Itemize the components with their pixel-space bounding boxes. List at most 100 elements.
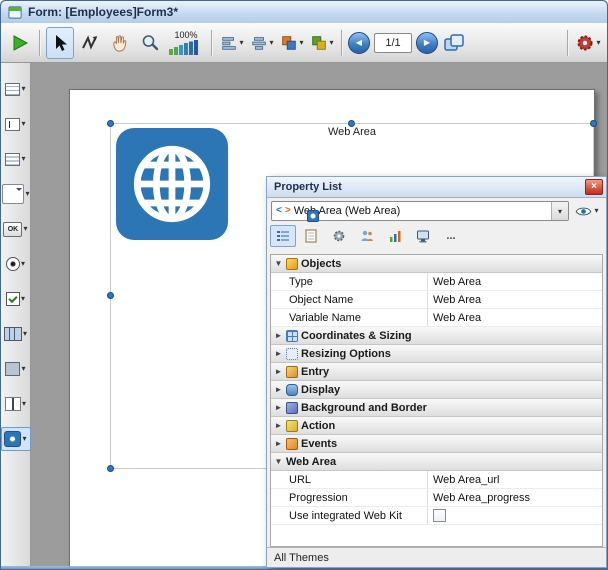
tab-notes[interactable] [298,225,324,247]
section-events[interactable]: ► Events [271,435,602,453]
checkbox-tool[interactable]: ▾ [1,287,31,311]
back-arrow-icon: ◀ [356,38,362,47]
previous-page-button[interactable]: ◀ [348,32,370,54]
object-type-icon: > [285,206,291,216]
zoom-level-control[interactable]: 100% [166,26,206,60]
entry-order-icon [80,33,100,53]
selection-handle[interactable] [107,465,114,472]
selection-handle[interactable] [348,120,355,127]
property-list-title-bar[interactable]: Property List × [267,177,606,198]
section-label: Web Area [286,456,336,468]
title-bar[interactable]: Form: [Employees]Form3* [1,1,607,24]
text-tool-icon [5,83,20,96]
dropdown-arrow-icon: ▾ [21,85,25,93]
action-section-icon [286,420,298,432]
tab-property-list[interactable] [270,225,296,247]
list-box-tool[interactable]: ▾ [1,147,31,171]
theme-tab-bar: ... [267,224,606,248]
users-icon [360,229,374,243]
dropdown-arrow-icon: ▾ [23,225,27,233]
hand-icon [110,33,130,53]
property-row-web-kit: Use integrated Web Kit [271,507,602,525]
selection-handle[interactable] [590,120,597,127]
run-button[interactable] [6,27,34,59]
radio-button-tool[interactable]: ▾ [1,252,31,276]
entry-order-tool-button[interactable] [76,27,104,59]
events-section-icon [286,438,298,450]
tab-users[interactable] [354,225,380,247]
dropdown-arrow-icon: ▾ [21,295,25,303]
form-pages-button[interactable] [440,27,468,59]
settings-menu-button[interactable]: ▾ [574,27,602,59]
property-value[interactable]: Web Area [427,291,602,308]
close-icon: × [591,182,597,192]
web-area-globe-icon [116,128,228,240]
splitter-tool-icon [5,397,21,411]
next-page-button[interactable]: ▶ [416,32,438,54]
selection-handle[interactable] [107,120,114,127]
property-value[interactable]: Web Area_progress [427,489,602,506]
section-display[interactable]: ► Display [271,381,602,399]
disclosure-triangle-icon: ► [274,332,283,340]
align-menu-button[interactable]: ▾ [218,27,246,59]
property-grid: ▼ Objects Type Web Area Object Name Web … [270,254,603,547]
color-menu-button[interactable]: ▾ [308,27,336,59]
pages-icon [443,33,465,53]
property-list-footer[interactable]: All Themes [267,547,606,567]
tool-palette: ▾ ▾ ▾ ▾ OK▾ ▾ ▾ ▾ ▾ ▾ ▾ [1,63,31,569]
toolbar-separator [39,30,41,56]
close-button[interactable]: × [585,179,603,195]
section-coordinates-sizing[interactable]: ► Coordinates & Sizing [271,327,602,345]
section-resizing-options[interactable]: ► Resizing Options [271,345,602,363]
distribute-icon [250,34,268,52]
align-icon [220,34,238,52]
disclosure-triangle-icon: ► [274,440,283,448]
object-selector-value: Web Area (Web Area) [294,205,548,217]
display-section-icon [286,384,298,396]
distribute-menu-button[interactable]: ▾ [248,27,276,59]
property-row-object-name: Object Name Web Area [271,291,602,309]
tab-settings[interactable] [326,225,352,247]
list-box-tool-icon [5,153,20,166]
themes-filter-label: All Themes [274,552,329,564]
section-label: Display [301,384,340,396]
hand-tool-button[interactable] [106,27,134,59]
text-tool[interactable]: ▾ [1,77,31,101]
property-label: Type [271,273,427,290]
selection-handle[interactable] [107,292,114,299]
combo-box-tool[interactable]: ▾ [1,182,31,206]
tab-monitor[interactable] [410,225,436,247]
button-tool[interactable]: OK▾ [1,217,31,241]
tab-more[interactable]: ... [438,225,464,247]
section-action[interactable]: ► Action [271,417,602,435]
property-value[interactable]: Web Area [427,309,602,326]
coordinates-section-icon [286,330,298,342]
button-grid-tool[interactable]: ▾ [1,322,31,346]
dropdown-arrow-icon: ▾ [329,39,333,47]
section-entry[interactable]: ► Entry [271,363,602,381]
monitor-icon [416,229,430,243]
section-web-area[interactable]: ▼ Web Area [271,453,602,471]
section-objects[interactable]: ▼ Objects [271,255,602,273]
combo-dropdown-icon[interactable]: ▾ [551,202,568,220]
select-tool-button[interactable] [46,27,74,59]
level-menu-button[interactable]: ▾ [278,27,306,59]
property-row-url: URL Web Area_url [271,471,602,489]
combo-box-tool-icon [2,184,25,204]
splitter-tool[interactable]: ▾ [1,392,31,416]
input-tool[interactable]: ▾ [1,112,31,136]
play-icon [10,33,30,53]
page-indicator: 1/1 [374,33,412,53]
form-icon [8,5,23,20]
use-integrated-web-kit-checkbox[interactable] [433,509,446,522]
tab-chart[interactable] [382,225,408,247]
dropdown-arrow-icon: ▾ [269,39,273,47]
web-area-tool[interactable]: ▾ [1,427,31,451]
property-value[interactable]: Web Area [427,273,602,290]
section-background-border[interactable]: ► Background and Border [271,399,602,417]
zoom-tool-button[interactable] [136,27,164,59]
property-value[interactable]: Web Area_url [427,471,602,488]
gear-icon [575,33,595,53]
rectangle-tool[interactable]: ▾ [1,357,31,381]
view-filter-button[interactable]: ▾ [572,201,602,221]
